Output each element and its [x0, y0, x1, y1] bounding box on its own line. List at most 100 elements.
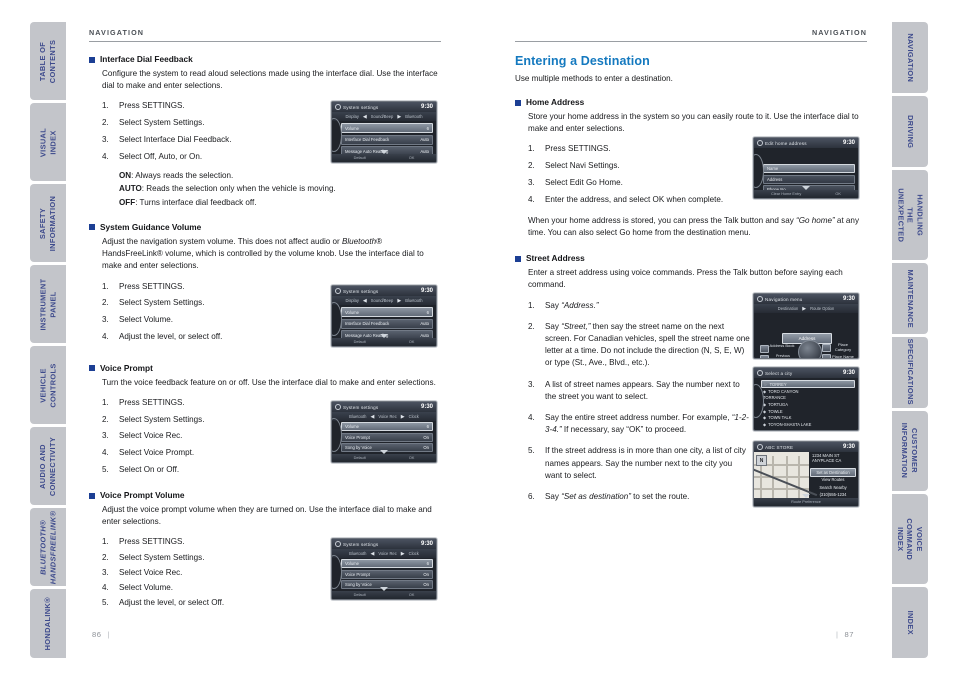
footer-ok-button[interactable]: OK — [409, 156, 415, 160]
right-arrow-icon[interactable]: ▶ — [401, 414, 405, 420]
row-value: Auto — [420, 148, 429, 154]
screen-tab-display[interactable]: Display — [345, 298, 358, 303]
rail-tab-maintenance[interactable]: MAINTENANCE — [892, 262, 928, 334]
screen-row-voice-prompt[interactable]: Voice Prompt On — [341, 569, 433, 579]
left-arrow-icon[interactable]: ◀ — [363, 298, 367, 304]
screen-tab-display[interactable]: Display — [345, 114, 358, 119]
right-arrow-icon[interactable]: ▶ — [397, 298, 401, 304]
right-running-head: NAVIGATION — [811, 28, 867, 37]
step-number: 1. — [528, 300, 535, 310]
footer-clear-home-entry-button[interactable]: Clear Home Entry — [771, 192, 801, 196]
rail-tab-bluetooth-handsfreelink[interactable]: BLUETOOTH® HANDSFREELINK® — [30, 508, 66, 587]
nav-menu-item-previous-destinations[interactable]: Previous Destinations — [768, 354, 798, 358]
rail-tab-instrument-panel[interactable]: INSTRUMENT PANEL — [30, 265, 66, 344]
screen-tab-voice-rec[interactable]: Voice Rec — [378, 551, 396, 556]
city-row-toyon-shasta-lake[interactable]: ◆ TOYON-SHASTA LAKE — [761, 421, 855, 428]
footer-ok-button[interactable]: OK — [409, 593, 415, 597]
city-label: TORREY — [769, 381, 787, 387]
screen-tab-bluetooth[interactable]: Bluetooth — [405, 114, 422, 119]
screen-row-volume[interactable]: Volume 6 — [341, 559, 433, 568]
footer-default-button[interactable]: Default — [354, 340, 366, 344]
screen-title-text: Edit home address — [765, 140, 807, 146]
rail-tab-vehicle-controls[interactable]: VEHICLE CONTROLS — [30, 346, 66, 425]
rail-tab-driving[interactable]: DRIVING — [892, 95, 928, 167]
footer-default-button[interactable]: Default — [354, 593, 366, 597]
rail-tab-navigation[interactable]: NAVIGATION — [892, 22, 928, 93]
step-text-pre: Say — [545, 300, 562, 310]
screen-row-address[interactable]: Address — [763, 174, 855, 184]
screen-tab-voice-rec[interactable]: Voice Rec — [378, 414, 396, 419]
step-text-italic: “Address.” — [561, 300, 599, 310]
rail-tab-visual-index[interactable]: VISUAL INDEX — [30, 103, 66, 182]
screen-tab-destination[interactable]: Destination — [778, 306, 798, 311]
definition-term: AUTO — [119, 184, 142, 194]
footer-route-preference-button[interactable]: Route Preference — [791, 500, 821, 504]
city-label: TOWN TALK — [768, 415, 792, 421]
left-arrow-icon[interactable]: ◀ — [370, 414, 374, 420]
screen-status-bar: System settings 9:30 — [332, 286, 436, 296]
list-marker-icon: ◆ — [763, 415, 767, 421]
screen-tab-bluetooth[interactable]: Bluetooth — [349, 551, 366, 556]
right-arrow-icon[interactable]: ▶ — [397, 114, 401, 120]
screen-tab-clock[interactable]: Clock — [409, 414, 419, 419]
rail-tab-specifications[interactable]: SPECIFICATIONS — [892, 336, 928, 408]
screen-row-name[interactable]: Name — [763, 164, 855, 173]
row-label: Voice Prompt — [345, 571, 370, 577]
rail-tab-handling-the-unexpected[interactable]: HANDLING THE UNEXPECTED — [892, 169, 928, 260]
map-place-info: 1234 MAIN ST ANYPLACE CA — [810, 453, 857, 464]
left-arrow-icon[interactable]: ◀ — [370, 551, 374, 557]
nav-menu-item-place-name[interactable]: Place Name — [830, 354, 856, 358]
screen-row-volume[interactable]: Volume 6 — [341, 422, 433, 431]
footer-default-button[interactable]: Default — [354, 456, 366, 460]
screen-tab-bluetooth[interactable]: Bluetooth — [349, 414, 366, 419]
rail-tab-table-of-contents[interactable]: TABLE OF CONTENTS — [30, 22, 66, 101]
screen-row-voice-prompt[interactable]: Voice Prompt On — [341, 432, 433, 442]
screen-status-bar: Select a city 9:30 — [754, 368, 858, 378]
status-dot-icon — [335, 288, 341, 294]
nav-menu-item-address-book[interactable]: Address Book — [768, 343, 796, 349]
map-button-view-routes[interactable]: View Routes — [810, 476, 856, 483]
city-row-towle[interactable]: ◆ TOWLE — [761, 408, 855, 415]
rail-tab-safety-information[interactable]: SAFETY INFORMATION — [30, 184, 66, 263]
map-phone-number[interactable]: (310)555-1234 — [810, 491, 856, 498]
screen-row-interface-dial-feedback[interactable]: Interface Dial Feedback Auto — [341, 134, 433, 145]
city-row-torrey[interactable]: ☞ TORREY — [761, 380, 855, 388]
step-number: 2. — [528, 161, 535, 171]
rail-tab-customer-information[interactable]: CUSTOMER INFORMATION — [892, 410, 928, 492]
rail-tab-audio-and-connectivity[interactable]: AUDIO AND CONNECTIVITY — [30, 427, 66, 506]
rail-tab-voice-command-index[interactable]: VOICE COMMAND INDEX — [892, 494, 928, 585]
screen-tab-sound-beep[interactable]: Sound/Beep — [371, 114, 394, 119]
footer-ok-button[interactable]: OK — [409, 340, 415, 344]
footer-ok-button[interactable]: OK — [409, 456, 415, 460]
right-arrow-icon[interactable]: ▶ — [401, 551, 405, 557]
city-row-tortuga[interactable]: ◆ TORTUGA — [761, 401, 855, 408]
map-button-search-nearby[interactable]: Search Nearby — [810, 484, 856, 491]
screen-footer: Default OK — [332, 454, 436, 462]
city-row-torrance[interactable]: TORRANCE — [761, 395, 855, 402]
interface-dial-knob-icon[interactable] — [798, 340, 822, 358]
right-arrow-icon[interactable]: ▶ — [802, 306, 806, 312]
row-value: 6 — [426, 424, 429, 429]
rail-tab-hondalink[interactable]: HONDALINK® — [30, 589, 66, 658]
footer-ok-button[interactable]: OK — [835, 192, 841, 196]
city-row-toro-canyon[interactable]: ◆ TORO CANYON — [761, 388, 855, 395]
screen-tab-sound-beep[interactable]: Sound/Beep — [371, 298, 394, 303]
nav-menu-item-place-category[interactable]: Place Category — [830, 342, 856, 352]
screen-row-volume[interactable]: Volume 6 — [341, 307, 433, 317]
rail-tab-index[interactable]: INDEX — [892, 587, 928, 658]
footer-default-button[interactable]: Default — [354, 156, 366, 160]
screen-tab-bluetooth[interactable]: Bluetooth — [405, 298, 422, 303]
screen-row-volume[interactable]: Volume 6 — [341, 123, 433, 133]
compass-icon[interactable]: N — [756, 455, 767, 466]
screen-row-interface-dial-feedback[interactable]: Interface Dial Feedback Auto — [341, 318, 433, 329]
row-value: On — [423, 571, 429, 577]
step-text: Select Off, Auto, or On. — [119, 151, 203, 161]
left-arrow-icon[interactable]: ◀ — [363, 114, 367, 120]
step-text: Select System Settings. — [119, 118, 205, 128]
step-text: Select On or Off. — [119, 464, 180, 474]
screen-tab-route-option[interactable]: Route Option — [810, 306, 834, 311]
step-number: 1. — [102, 537, 109, 547]
city-row-town-talk[interactable]: ◆ TOWN TALK — [761, 414, 855, 421]
body-part-1: Adjust the navigation system volume. Thi… — [102, 236, 342, 246]
screen-tab-clock[interactable]: Clock — [409, 551, 419, 556]
